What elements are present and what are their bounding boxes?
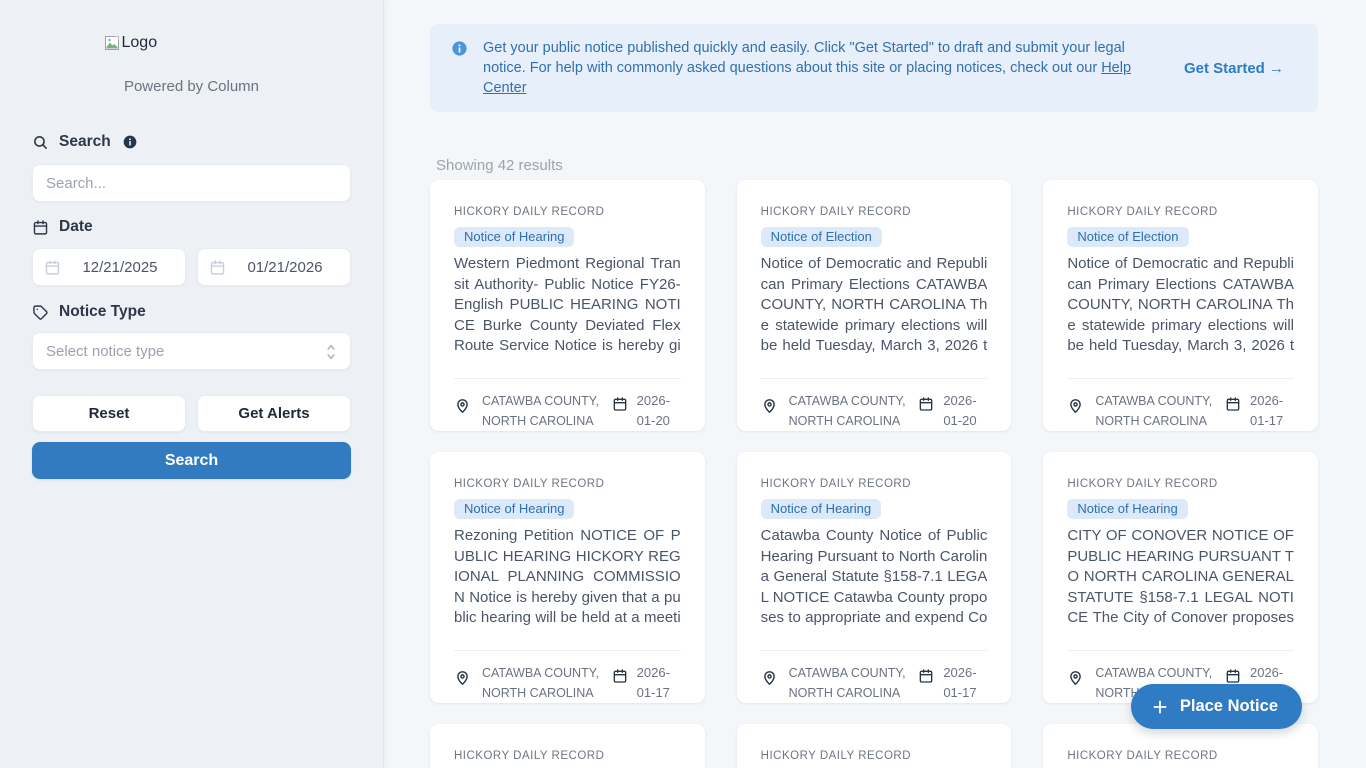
tag-icon <box>32 304 49 321</box>
calendar-icon <box>45 260 60 275</box>
notice-type-badge: Notice of Election <box>760 227 882 247</box>
notice-date: 2026-01-20 <box>636 393 670 429</box>
publication-name: HICKORY DAILY RECORD <box>454 750 605 762</box>
map-pin-icon <box>457 399 468 413</box>
notice-type-section-label: Notice Type <box>32 303 351 321</box>
date-to-input[interactable]: 01/21/2026 <box>197 248 351 286</box>
logo-alt-text: Logo <box>121 34 158 51</box>
card-footer: CATAWBA COUNTY, NORTH CAROLINA 2026-01-2… <box>761 391 988 431</box>
notice-card[interactable]: HICKORY DAILY RECORD Notice of Hearing W… <box>430 180 705 431</box>
publication-name: HICKORY DAILY RECORD <box>454 206 605 218</box>
notice-type-badge: Notice of Hearing <box>760 499 882 519</box>
notice-excerpt: Rezoning Petition NOTICE OF PUBLIC HEARI… <box>454 527 681 626</box>
map-pin-icon <box>763 399 775 413</box>
notice-date: 2026-01-17 <box>636 665 670 701</box>
map-pin-icon <box>1070 671 1082 685</box>
search-button[interactable]: Search <box>32 442 351 479</box>
get-alerts-button[interactable]: Get Alerts <box>197 395 351 432</box>
notice-card[interactable]: HICKORY DAILY RECORD Public Notice <box>430 724 705 768</box>
logo: Logo <box>104 34 280 56</box>
info-icon[interactable] <box>122 134 138 150</box>
broken-image-icon <box>104 35 120 51</box>
card-divider <box>454 378 681 379</box>
notice-location: CATAWBA COUNTY, NORTH CAROLINA <box>482 666 599 700</box>
card-divider <box>1067 650 1294 651</box>
publication-name: HICKORY DAILY RECORD <box>760 206 912 218</box>
notice-type-badge: Notice of Hearing <box>1067 499 1188 519</box>
notice-type-badge: Notice of Election <box>1067 227 1189 247</box>
notice-type-badge: Notice of Hearing <box>454 499 575 519</box>
notice-card[interactable]: HICKORY DAILY RECORD Notice of Election … <box>736 180 1012 431</box>
notice-excerpt: Notice of Democratic and Republican Prim… <box>760 255 988 354</box>
notice-type-badge: Notice of Hearing <box>454 227 575 247</box>
calendar-icon <box>1226 669 1240 683</box>
map-pin-icon <box>1070 399 1082 413</box>
banner-message: Get your public notice published quickly… <box>483 40 1132 96</box>
search-icon <box>32 134 49 151</box>
card-footer: CATAWBA COUNTY, NORTH CAROLINA 2026-01-1… <box>761 663 988 703</box>
notice-location: CATAWBA COUNTY, NORTH CAROLINA <box>788 666 906 700</box>
info-icon <box>451 40 468 62</box>
results-area: Get your public notice published quickly… <box>384 0 1366 768</box>
notice-card[interactable]: HICKORY DAILY RECORD Notice of Hearing <box>736 724 1012 768</box>
card-footer: CATAWBA COUNTY, NORTH CAROLINA 2026-01-1… <box>454 663 681 703</box>
date-from-input[interactable]: 12/21/2025 <box>32 248 186 286</box>
card-divider <box>1067 378 1294 379</box>
calendar-icon <box>1226 397 1240 411</box>
card-divider <box>760 378 988 379</box>
search-input[interactable] <box>32 164 351 202</box>
search-section-label: Search <box>32 133 351 151</box>
card-divider <box>760 650 988 651</box>
calendar-icon <box>919 397 933 411</box>
powered-by-text: Powered by Column <box>123 78 260 95</box>
notice-type-select[interactable]: Select notice type <box>32 332 351 370</box>
publication-name: HICKORY DAILY RECORD <box>760 750 912 762</box>
plus-icon <box>1151 698 1169 716</box>
publication-name: HICKORY DAILY RECORD <box>760 478 912 490</box>
calendar-icon <box>613 397 626 411</box>
notice-date: 2026-01-17 <box>943 665 977 701</box>
get-started-link[interactable]: Get Started → <box>1184 60 1284 77</box>
filter-sidebar: Logo Powered by Column Search Date <box>0 0 384 768</box>
card-divider <box>454 650 681 651</box>
calendar-icon <box>32 219 49 236</box>
results-count: Showing 42 results <box>436 157 563 174</box>
notice-excerpt: CITY OF CONOVER NOTICE OF PUBLIC HEARING… <box>1067 527 1294 626</box>
calendar-icon <box>613 669 626 683</box>
notice-excerpt: Notice of Democratic and Republican Prim… <box>1067 255 1294 354</box>
notice-date: 2026-01-20 <box>943 393 977 429</box>
publication-name: HICKORY DAILY RECORD <box>1067 750 1218 762</box>
notice-card[interactable]: HICKORY DAILY RECORD Estate (Probate) Fi… <box>1043 724 1318 768</box>
info-banner: Get your public notice published quickly… <box>430 24 1318 112</box>
notice-date: 2026-01-17 <box>1249 393 1284 429</box>
notice-card[interactable]: HICKORY DAILY RECORD Notice of Hearing C… <box>1043 452 1318 703</box>
calendar-icon <box>210 260 225 275</box>
card-footer: CATAWBA COUNTY, NORTH CAROLINA 2026-01-2… <box>454 391 681 431</box>
card-footer: CATAWBA COUNTY, NORTH CAROLINA 2026-01-1… <box>1067 391 1294 431</box>
notice-location: CATAWBA COUNTY, NORTH CAROLINA <box>1095 394 1213 428</box>
publication-name: HICKORY DAILY RECORD <box>1067 206 1218 218</box>
publication-name: HICKORY DAILY RECORD <box>1067 478 1218 490</box>
notice-card[interactable]: HICKORY DAILY RECORD Notice of Hearing R… <box>430 452 705 703</box>
date-section-label: Date <box>32 218 351 236</box>
reset-button[interactable]: Reset <box>32 395 186 432</box>
notice-card[interactable]: HICKORY DAILY RECORD Notice of Election … <box>1043 180 1318 431</box>
chevron-up-down-icon <box>327 344 335 360</box>
calendar-icon <box>919 669 933 683</box>
notice-excerpt: Catawba County Notice of Public Hearing … <box>760 527 988 626</box>
cards-grid: HICKORY DAILY RECORD Notice of Hearing W… <box>430 180 1318 768</box>
map-pin-icon <box>457 671 468 685</box>
notice-card[interactable]: HICKORY DAILY RECORD Notice of Hearing C… <box>736 452 1012 703</box>
notice-location: CATAWBA COUNTY, NORTH CAROLINA <box>482 394 599 428</box>
notice-location: CATAWBA COUNTY, NORTH CAROLINA <box>788 394 906 428</box>
notice-excerpt: Western Piedmont Regional Transit Author… <box>454 255 681 354</box>
place-notice-button[interactable]: Place Notice <box>1130 684 1302 729</box>
map-pin-icon <box>763 671 775 685</box>
publication-name: HICKORY DAILY RECORD <box>454 478 605 490</box>
